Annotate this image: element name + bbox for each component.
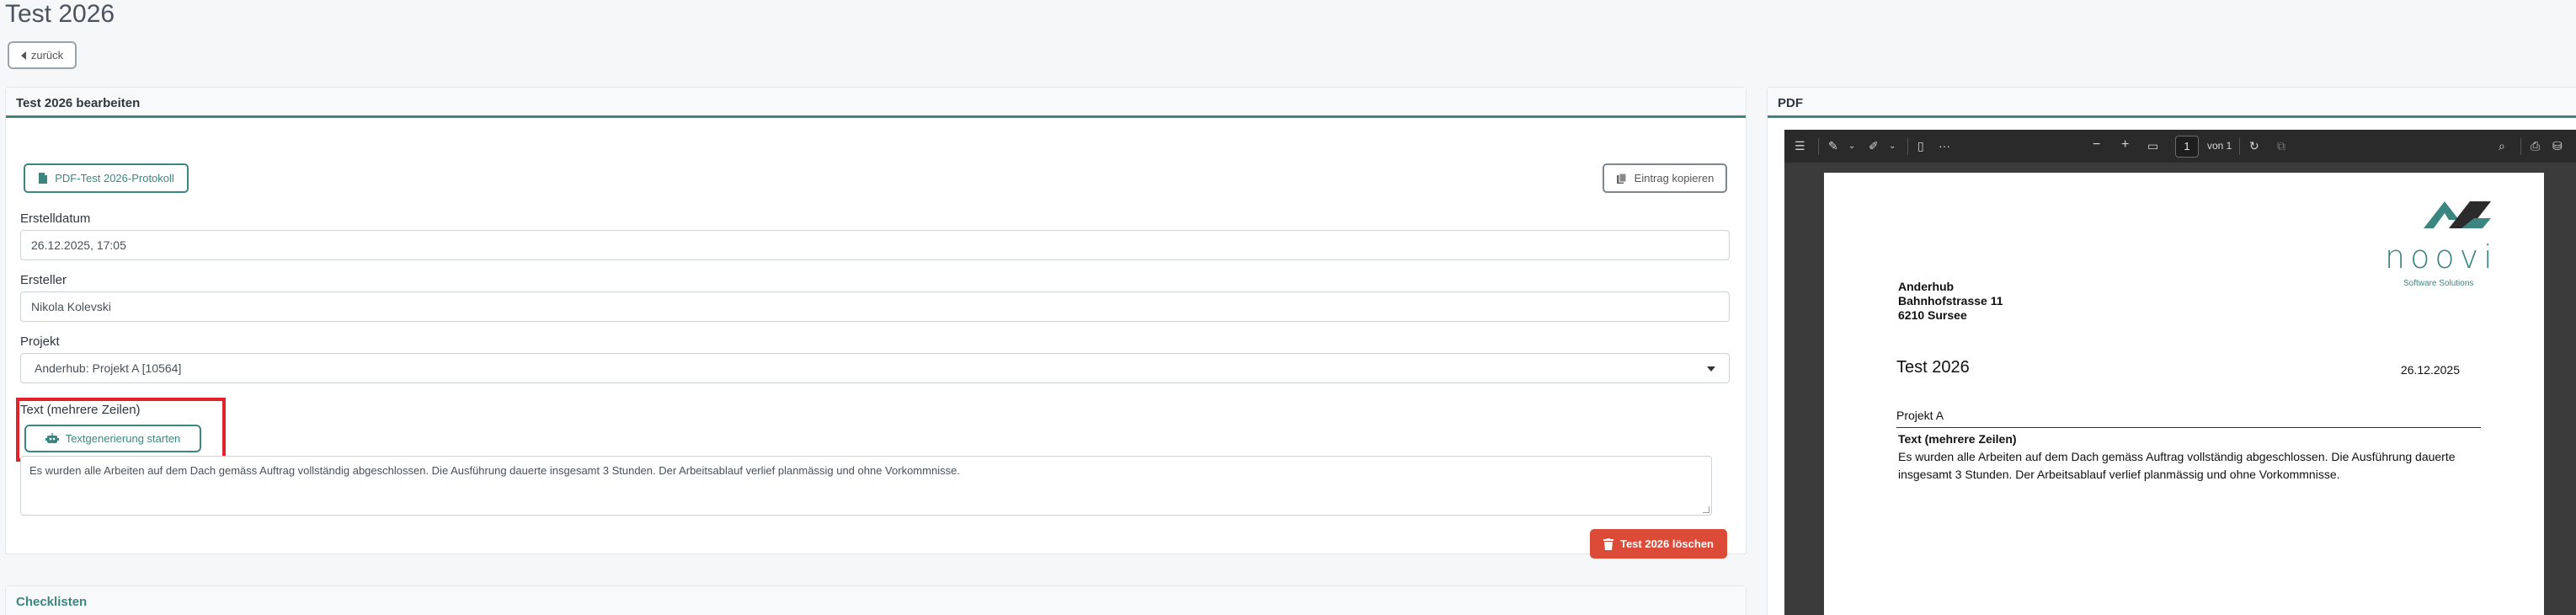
- copy-entry-label: Eintrag kopieren: [1634, 172, 1715, 184]
- trash-icon: [1603, 537, 1613, 550]
- address-line: Anderhub: [1898, 280, 1955, 293]
- page-count: von 1: [2207, 140, 2232, 152]
- address-block: Anderhub Bahnhofstrasse 11 6210 Sursee: [1898, 280, 2003, 323]
- fit-page-icon[interactable]: ▭: [2147, 139, 2158, 153]
- page-tools-icon[interactable]: ⧉: [2277, 139, 2285, 153]
- pdf-viewer[interactable]: ☰ ✎ ⌄ ✐ ⌄ ▯ ··· − + ▭ 1 von 1 ↻ ⧉ ⌕ ⎙ ⛁: [1784, 130, 2576, 615]
- creator-field[interactable]: Nikola Kolevski: [20, 291, 1730, 322]
- page-title: Test 2026: [5, 0, 115, 28]
- checklists-header[interactable]: Checklisten: [6, 586, 1746, 615]
- search-icon[interactable]: ⌕: [2499, 139, 2505, 153]
- document-date: 26.12.2025: [2400, 363, 2460, 377]
- creator-label: Ersteller: [20, 273, 67, 287]
- address-line: 6210 Sursee: [1898, 308, 1967, 322]
- document-section-label: Text (mehrere Zeilen): [1898, 432, 2017, 446]
- pdf-protocol-button[interactable]: PDF-Test 2026-Protokoll: [24, 163, 189, 193]
- toolbar-divider: [2520, 138, 2521, 155]
- page-view-icon[interactable]: ▯: [1917, 139, 1924, 153]
- resize-handle[interactable]: [1703, 506, 1709, 513]
- rotate-icon[interactable]: ↻: [2249, 139, 2259, 153]
- back-button[interactable]: zurück: [8, 41, 77, 69]
- project-label: Projekt: [20, 334, 60, 349]
- draw-tool-icon[interactable]: ✐: [1869, 139, 1879, 153]
- document-section-text: Es wurden alle Arbeiten auf dem Dach gem…: [1898, 450, 2456, 481]
- pdf-card-header: PDF: [1768, 88, 2576, 118]
- project-select[interactable]: Anderhub: Projekt A [10564]: [20, 353, 1730, 383]
- chevron-down-icon: [1707, 366, 1715, 372]
- edit-card: Test 2026 bearbeiten PDF-Test 2026-Proto…: [5, 87, 1747, 559]
- zoom-in-icon[interactable]: +: [2121, 137, 2129, 152]
- logo-subtitle: Software Solutions: [2403, 279, 2474, 288]
- page-number-input[interactable]: 1: [2175, 136, 2199, 158]
- chevron-down-icon[interactable]: ⌄: [1889, 142, 1896, 151]
- toolbar-divider: [1818, 138, 1819, 155]
- pdf-toolbar: ☰ ✎ ⌄ ✐ ⌄ ▯ ··· − + ▭ 1 von 1 ↻ ⧉ ⌕ ⎙ ⛁: [1784, 130, 2576, 163]
- divider: [1896, 427, 2481, 428]
- more-options-icon[interactable]: ···: [1939, 139, 1950, 152]
- pdf-card: PDF ☰ ✎ ⌄ ✐ ⌄ ▯ ··· − + ▭ 1 von 1 ↻ ⧉ ⌕ …: [1767, 87, 2576, 615]
- text-textarea-value: Es wurden alle Arbeiten auf dem Dach gem…: [29, 464, 960, 477]
- highlight-tool-icon[interactable]: ✎: [1828, 139, 1838, 153]
- logo-text: noovi: [2385, 238, 2498, 275]
- document-project: Projekt A: [1896, 409, 1944, 422]
- created-date-label: Erstelldatum: [20, 211, 91, 226]
- back-button-label: zurück: [30, 49, 64, 62]
- print-icon[interactable]: ⎙: [2531, 139, 2540, 153]
- pdf-file-icon: [39, 173, 48, 184]
- save-icon[interactable]: ⛁: [2552, 139, 2563, 153]
- delete-button[interactable]: Test 2026 löschen: [1590, 529, 1727, 559]
- text-textarea[interactable]: Es wurden alle Arbeiten auf dem Dach gem…: [20, 456, 1712, 516]
- checklists-card: Checklisten: [5, 586, 1747, 615]
- project-select-value: Anderhub: Projekt A [10564]: [35, 361, 182, 375]
- created-date-field[interactable]: 26.12.2025, 17:05: [20, 230, 1730, 260]
- highlight-annotation: [16, 398, 226, 462]
- pdf-page: noovi Software Solutions Anderhub Bahnho…: [1824, 173, 2544, 615]
- delete-button-label: Test 2026 löschen: [1619, 537, 1715, 550]
- chevron-down-icon[interactable]: ⌄: [1848, 142, 1855, 151]
- toolbar-divider: [1907, 138, 1908, 155]
- edit-card-header: Test 2026 bearbeiten: [6, 88, 1746, 118]
- toolbar-divider: [2239, 138, 2240, 155]
- outline-icon[interactable]: ☰: [1795, 139, 1805, 153]
- zoom-out-icon[interactable]: −: [2093, 137, 2100, 152]
- address-line: Bahnhofstrasse 11: [1898, 294, 2003, 308]
- copy-entry-button[interactable]: Eintrag kopieren: [1603, 163, 1727, 193]
- noovi-logo: noovi Software Solutions: [2385, 195, 2530, 288]
- caret-left-icon: [20, 51, 26, 60]
- document-title: Test 2026: [1896, 358, 1970, 377]
- copy-icon: [1616, 173, 1627, 184]
- pdf-protocol-label: PDF-Test 2026-Protokoll: [55, 172, 174, 184]
- noovi-logo-mark: [2424, 201, 2491, 228]
